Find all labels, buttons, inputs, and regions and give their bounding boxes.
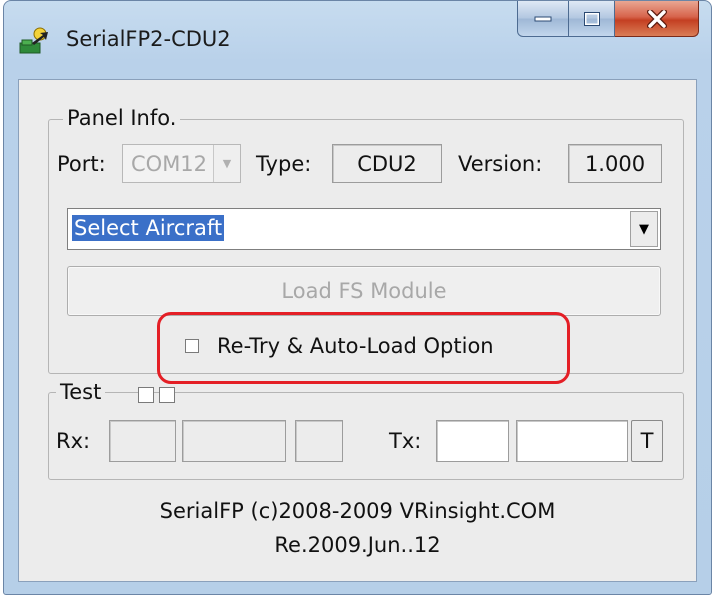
- minimize-icon: [534, 16, 552, 21]
- version-field: 1.000: [568, 144, 662, 183]
- load-fs-module-button[interactable]: Load FS Module: [67, 266, 661, 316]
- port-label: Port:: [57, 152, 106, 176]
- version-label: Version:: [458, 152, 543, 176]
- transmit-button[interactable]: T: [631, 420, 663, 462]
- test-checkbox-1[interactable]: [138, 387, 154, 403]
- panel-info-label: Panel Info.: [63, 106, 181, 130]
- rx-field-3: [295, 420, 343, 462]
- footer-release: Re.2009.Jun..12: [274, 533, 441, 557]
- chevron-down-icon: ▼: [213, 145, 240, 182]
- rx-field-2: [182, 420, 286, 462]
- test-label: Test: [56, 380, 106, 404]
- tx-field-1[interactable]: [436, 420, 509, 462]
- maximize-icon: [583, 11, 600, 26]
- test-checkbox-2[interactable]: [159, 387, 175, 403]
- window-title: SerialFP2-CDU2: [66, 27, 231, 51]
- port-select[interactable]: COM12 ▼: [122, 144, 241, 183]
- app-window: SerialFP2-CDU2 Panel Info. Port: COM12 ▼…: [3, 0, 712, 595]
- minimize-button[interactable]: [517, 1, 569, 37]
- title-bar[interactable]: SerialFP2-CDU2: [4, 1, 711, 79]
- close-icon: [646, 9, 667, 28]
- port-value: COM12: [131, 151, 208, 176]
- rx-label: Rx:: [56, 429, 91, 453]
- tx-field-2[interactable]: [516, 420, 628, 462]
- close-button[interactable]: [615, 1, 699, 37]
- tx-label: Tx:: [389, 429, 422, 453]
- type-field: CDU2: [332, 144, 442, 183]
- rx-field-1: [109, 420, 176, 462]
- maximize-button[interactable]: [569, 1, 615, 37]
- type-label: Type:: [256, 152, 312, 176]
- client-area: Panel Info. Port: COM12 ▼ Type: CDU2 Ver…: [18, 79, 697, 582]
- retry-auto-load-label[interactable]: Re-Try & Auto-Load Option: [217, 334, 494, 358]
- aircraft-select[interactable]: Select Aircraft ▼: [67, 208, 661, 250]
- window-controls: [517, 1, 699, 39]
- aircraft-select-value: Select Aircraft: [72, 215, 225, 241]
- retry-auto-load-checkbox[interactable]: [185, 339, 199, 353]
- dropdown-arrow-icon[interactable]: ▼: [630, 211, 658, 247]
- footer-copyright: SerialFP (c)2008-2009 VRinsight.COM: [159, 499, 556, 523]
- gear-arrow-app-icon[interactable]: [18, 23, 52, 57]
